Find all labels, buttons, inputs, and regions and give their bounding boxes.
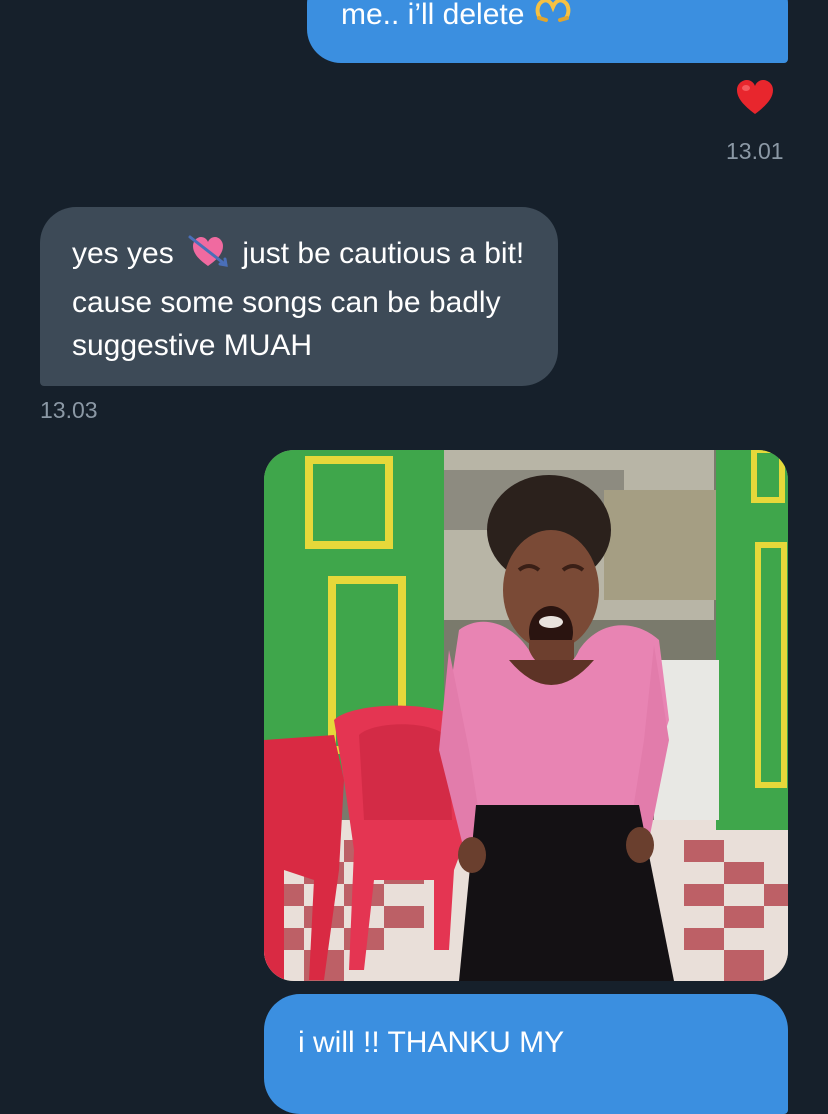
timestamp: 13.03: [40, 397, 98, 423]
crying-girl-meme-image[interactable]: [264, 450, 788, 981]
message-text: yes yes: [72, 237, 174, 270]
timestamp: 13.01: [726, 138, 784, 164]
message-text: me.. i’ll delete: [341, 0, 525, 31]
sent-message-bubble[interactable]: me.. i’ll delete: [307, 0, 788, 63]
message-text: i will !! THANKU MY: [298, 1026, 565, 1059]
heart-with-arrow-icon: [188, 233, 228, 281]
heart-hands-icon: [534, 0, 572, 36]
red-heart-icon[interactable]: [735, 78, 775, 118]
sent-message-bubble[interactable]: i will !! THANKU MY: [264, 994, 788, 1114]
received-message-bubble[interactable]: yes yes just be cautious a bit! cause so…: [40, 207, 558, 386]
